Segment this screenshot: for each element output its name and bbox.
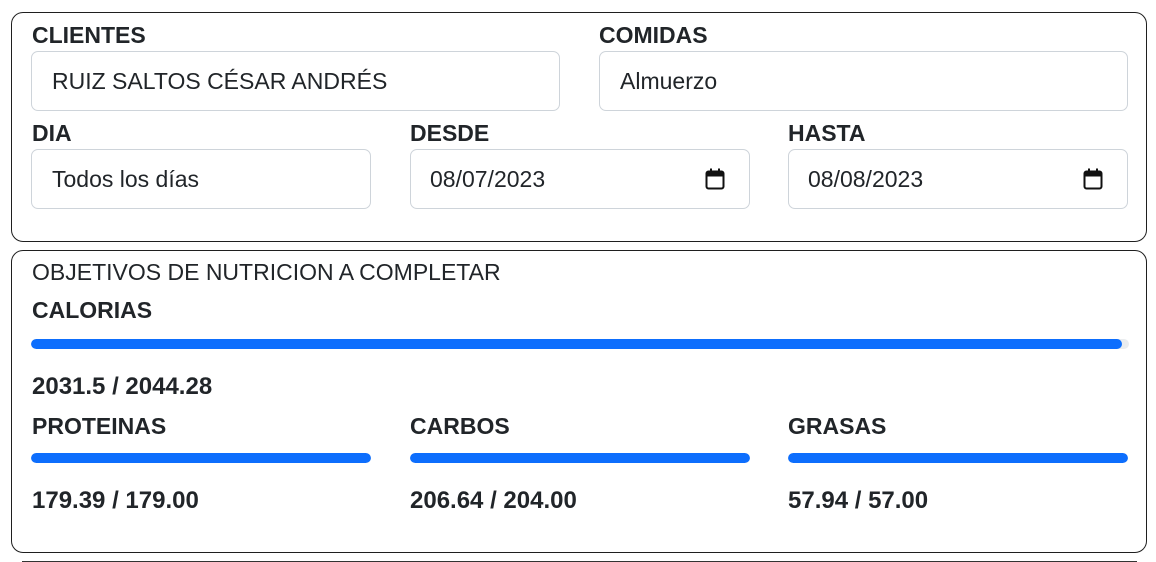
dia-value: Todos los días — [52, 165, 200, 192]
section-title: OBJETIVOS DE NUTRICION A COMPLETAR — [32, 259, 501, 285]
calorias-progress-fill — [31, 339, 1123, 349]
nutrition-goals-panel: OBJETIVOS DE NUTRICION A COMPLETAR CALOR… — [11, 250, 1147, 553]
proteinas-progress-bar — [31, 453, 371, 463]
desde-value: 08/07/2023 — [430, 165, 546, 192]
carbos-label: CARBOS — [410, 413, 510, 439]
calorias-progress-bar — [31, 339, 1129, 349]
grasas-progress-fill — [788, 453, 1128, 463]
dia-label: DIA — [32, 120, 72, 146]
hasta-label: HASTA — [788, 120, 866, 146]
clientes-select[interactable]: RUIZ SALTOS CÉSAR ANDRÉS — [31, 51, 560, 111]
carbos-value: 206.64 / 204.00 — [410, 487, 577, 514]
grasas-label: GRASAS — [788, 413, 887, 439]
hasta-value: 08/08/2023 — [808, 165, 924, 192]
desde-label: DESDE — [410, 120, 490, 146]
comidas-select[interactable]: Almuerzo — [599, 51, 1128, 111]
desde-date-input[interactable]: 08/07/2023 — [410, 149, 750, 209]
clientes-label: CLIENTES — [32, 22, 146, 48]
grasas-value: 57.94 / 57.00 — [788, 487, 929, 514]
hasta-date-input[interactable]: 08/08/2023 — [788, 149, 1128, 209]
proteinas-label: PROTEINAS — [32, 413, 167, 439]
proteinas-progress-fill — [31, 453, 371, 463]
comidas-label: COMIDAS — [599, 22, 708, 48]
grasas-progress-bar — [788, 453, 1128, 463]
dia-select[interactable]: Todos los días — [31, 149, 371, 209]
clientes-value: RUIZ SALTOS CÉSAR ANDRÉS — [52, 67, 388, 94]
calendar-icon[interactable] — [1083, 168, 1103, 190]
filters-panel: CLIENTES RUIZ SALTOS CÉSAR ANDRÉS COMIDA… — [11, 12, 1147, 242]
proteinas-value: 179.39 / 179.00 — [32, 487, 199, 514]
calendar-icon[interactable] — [705, 168, 725, 190]
calorias-label: CALORIAS — [32, 297, 153, 323]
calorias-value: 2031.5 / 2044.28 — [32, 373, 213, 400]
carbos-progress-fill — [410, 453, 750, 463]
comidas-value: Almuerzo — [620, 67, 718, 94]
carbos-progress-bar — [410, 453, 750, 463]
